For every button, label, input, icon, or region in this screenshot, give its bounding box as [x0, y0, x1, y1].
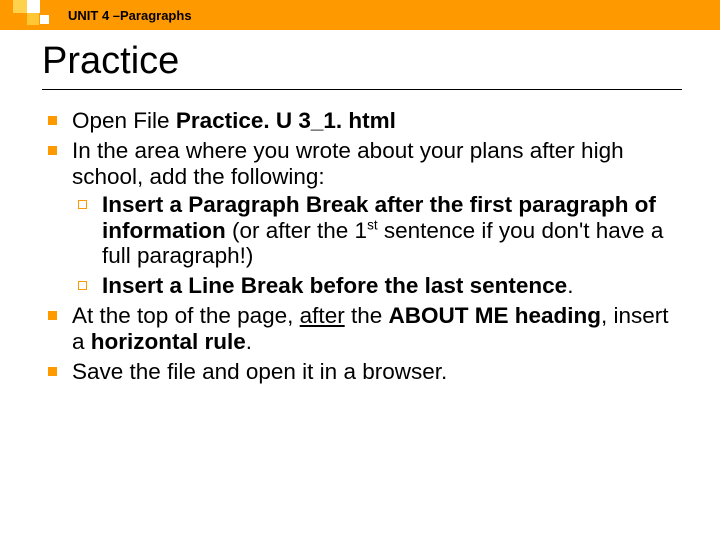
text: In the area where you wrote about your p… — [72, 138, 624, 189]
header-decoration — [0, 0, 60, 30]
text-bold: Insert a Line Break before the last sent… — [102, 273, 567, 298]
deco-square-icon — [27, 13, 39, 25]
text-underline: after — [300, 303, 345, 328]
deco-square-icon — [27, 0, 40, 13]
text: At the top of the page, — [72, 303, 300, 328]
text: . — [246, 329, 252, 354]
title-divider — [42, 89, 682, 90]
slide-content: Open File Practice. U 3_1. html In the a… — [42, 108, 682, 385]
text-bold: horizontal rule — [91, 329, 246, 354]
text: Open File — [72, 108, 176, 133]
list-item: Save the file and open it in a browser. — [42, 359, 682, 385]
deco-square-icon — [40, 15, 49, 24]
deco-square-icon — [13, 0, 27, 13]
slide-title: Practice — [42, 40, 720, 83]
text-superscript: st — [367, 217, 378, 232]
list-item: At the top of the page, after the ABOUT … — [42, 303, 682, 355]
text: (or after the 1 — [226, 218, 367, 243]
text-bold: ABOUT ME heading — [388, 303, 601, 328]
list-item: Insert a Line Break before the last sent… — [72, 273, 682, 299]
text-bold: Practice. U 3_1. html — [176, 108, 396, 133]
unit-label: UNIT 4 –Paragraphs — [60, 8, 192, 23]
text: . — [567, 273, 573, 298]
header-bar: UNIT 4 –Paragraphs — [0, 0, 720, 30]
text: the — [345, 303, 389, 328]
list-item: Insert a Paragraph Break after the first… — [72, 192, 682, 270]
list-item: Open File Practice. U 3_1. html — [42, 108, 682, 134]
list-item: In the area where you wrote about your p… — [42, 138, 682, 299]
